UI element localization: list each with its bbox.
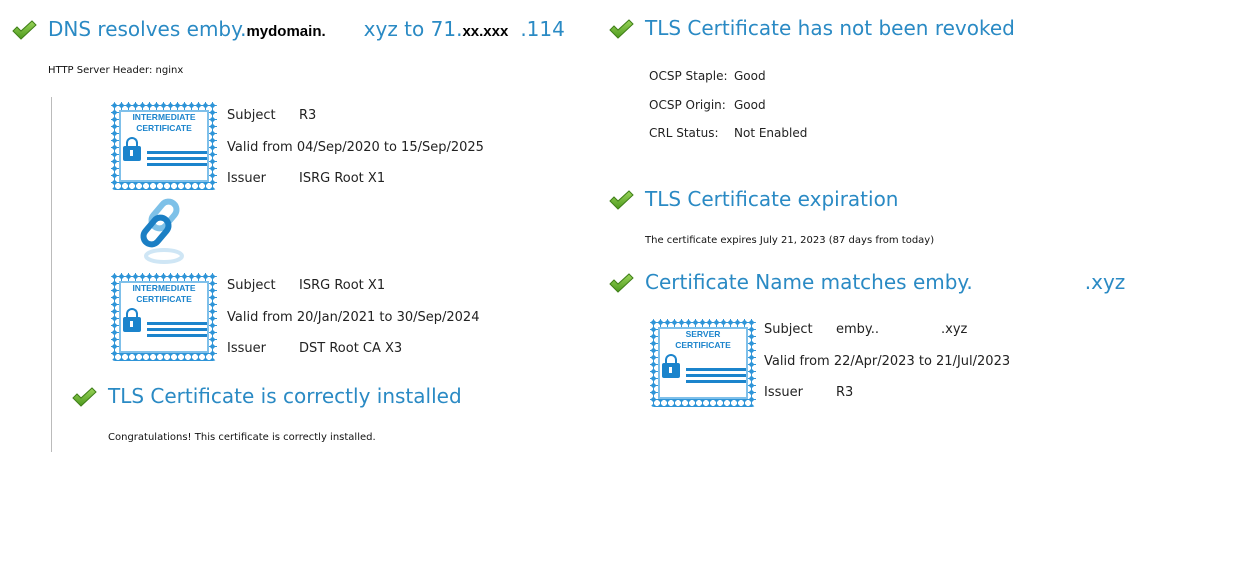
badge-line2: CERTIFICATE	[136, 294, 192, 304]
subject-prefix: emby..	[836, 322, 880, 337]
installed-text: Congratulations! This certificate is cor…	[108, 432, 376, 443]
ocsp-staple-value: Good	[734, 69, 766, 83]
dns-middle: xyz to 71.	[363, 17, 463, 41]
check-icon	[71, 386, 97, 408]
issuer-label: Issuer	[227, 171, 266, 186]
dns-heading: DNS resolves emby.mydomain. xyz to 71.xx.…	[48, 17, 565, 44]
check-icon	[608, 189, 634, 211]
badge-line1: INTERMEDIATE	[132, 283, 196, 293]
server-header: HTTP Server Header: nginx	[48, 65, 184, 76]
valid-range: Valid from 20/Jan/2021 to 30/Sep/2024	[227, 310, 480, 325]
check-icon	[608, 18, 634, 40]
ip-mask: xx.xxx	[462, 23, 509, 40]
dns-suffix: .114	[520, 17, 565, 41]
badge-line1: SERVER	[685, 329, 721, 339]
valid-range: Valid from 22/Apr/2023 to 21/Jul/2023	[764, 354, 1011, 369]
dns-prefix: DNS resolves emby.	[48, 17, 247, 41]
issuer-value: R3	[836, 385, 854, 400]
chain-link-icon	[140, 198, 184, 264]
chain-divider	[51, 97, 52, 452]
check-icon	[11, 19, 37, 41]
subject-label: Subject	[764, 322, 813, 337]
subject-value: ISRG Root X1	[299, 278, 386, 293]
subject-suffix: .xyz	[941, 322, 968, 337]
installed-heading: TLS Certificate is correctly installed	[108, 384, 462, 408]
expiration-heading: TLS Certificate expiration	[645, 187, 899, 211]
badge-line2: CERTIFICATE	[136, 123, 192, 133]
lock-icon	[662, 354, 680, 378]
subject-label: Subject	[227, 108, 276, 123]
badge-line2: CERTIFICATE	[675, 340, 731, 350]
intermediate-certificate-icon: INTERMEDIATE CERTIFICATE	[111, 273, 217, 361]
ocsp-origin-label: OCSP Origin:	[649, 98, 726, 112]
domain-mask: mydomain.	[246, 23, 326, 40]
server-certificate-icon: SERVER CERTIFICATE	[650, 319, 756, 407]
crl-status-label: CRL Status:	[649, 126, 719, 140]
ocsp-origin-value: Good	[734, 98, 766, 112]
badge-line1: INTERMEDIATE	[132, 112, 196, 122]
subject-value: emby.. .xyz	[836, 322, 967, 337]
check-icon	[608, 272, 634, 294]
expiration-text: The certificate expires July 21, 2023 (8…	[645, 235, 935, 246]
ocsp-staple-label: OCSP Staple:	[649, 69, 728, 83]
name-match-heading: Certificate Name matches emby. .xyz	[645, 270, 1125, 294]
subject-value: R3	[299, 108, 317, 123]
name-match-suffix: .xyz	[1084, 270, 1126, 294]
intermediate-certificate-icon: INTERMEDIATE CERTIFICATE	[111, 102, 217, 190]
issuer-label: Issuer	[764, 385, 803, 400]
issuer-value: DST Root CA X3	[299, 341, 403, 356]
crl-status-value: Not Enabled	[734, 126, 808, 140]
subject-label: Subject	[227, 278, 276, 293]
name-match-prefix: Certificate Name matches emby.	[645, 270, 973, 294]
lock-icon	[123, 137, 141, 161]
valid-range: Valid from 04/Sep/2020 to 15/Sep/2025	[227, 140, 484, 155]
revoked-heading: TLS Certificate has not been revoked	[645, 16, 1015, 40]
issuer-label: Issuer	[227, 341, 266, 356]
issuer-value: ISRG Root X1	[299, 171, 386, 186]
lock-icon	[123, 308, 141, 332]
